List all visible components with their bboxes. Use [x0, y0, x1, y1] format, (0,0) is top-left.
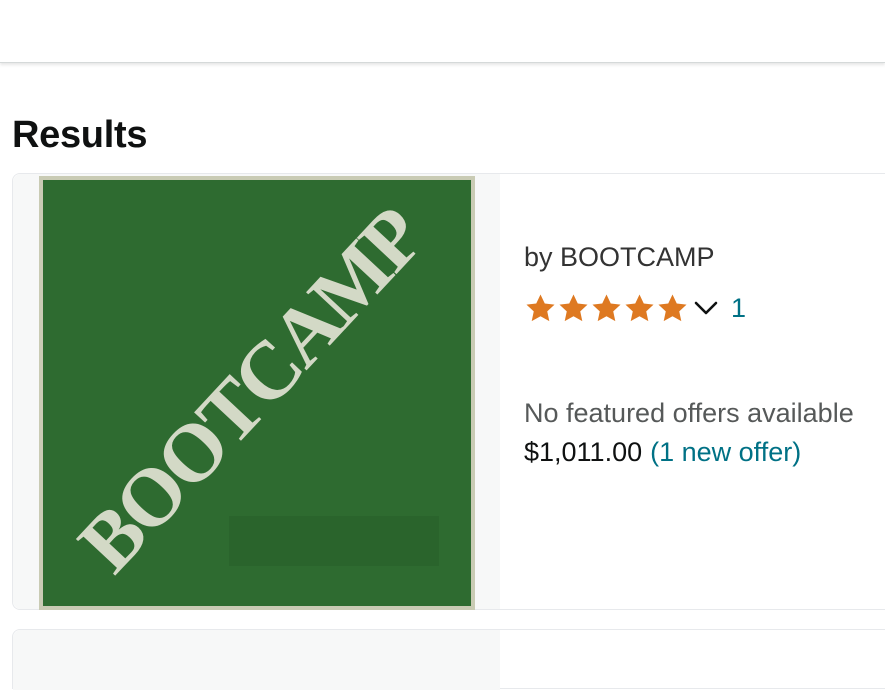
- rating-row: 1: [524, 290, 746, 326]
- product-image-container[interactable]: BOOTCAMP: [13, 174, 500, 610]
- results-heading: Results: [12, 114, 148, 156]
- star-rating[interactable]: [524, 292, 719, 325]
- product-byline: by BOOTCAMP: [524, 242, 715, 272]
- product-info: by BOOTCAMP 1 No featured offers availab…: [524, 174, 885, 609]
- star-icon: [559, 293, 588, 321]
- chevron-down-icon[interactable]: [693, 298, 719, 318]
- price-row: $1,011.00 (1 new offer): [524, 437, 801, 468]
- star-icon: [592, 293, 621, 321]
- top-navigation-bar: [0, 0, 885, 63]
- product-image[interactable]: BOOTCAMP: [39, 176, 475, 610]
- offers-status-text: No featured offers available: [524, 398, 854, 428]
- star-icon: [658, 293, 687, 321]
- product-price: $1,011.00: [524, 437, 643, 467]
- search-result-card: BOOTCAMP by BOOTCAMP 1 No featured offer…: [12, 173, 885, 610]
- new-offer-link[interactable]: (1 new offer): [650, 437, 801, 467]
- star-icon: [526, 293, 555, 321]
- star-icon: [625, 293, 654, 321]
- search-result-card-next: [12, 629, 885, 690]
- product-image-container-next[interactable]: [13, 630, 500, 690]
- rating-count-link[interactable]: 1: [731, 293, 746, 324]
